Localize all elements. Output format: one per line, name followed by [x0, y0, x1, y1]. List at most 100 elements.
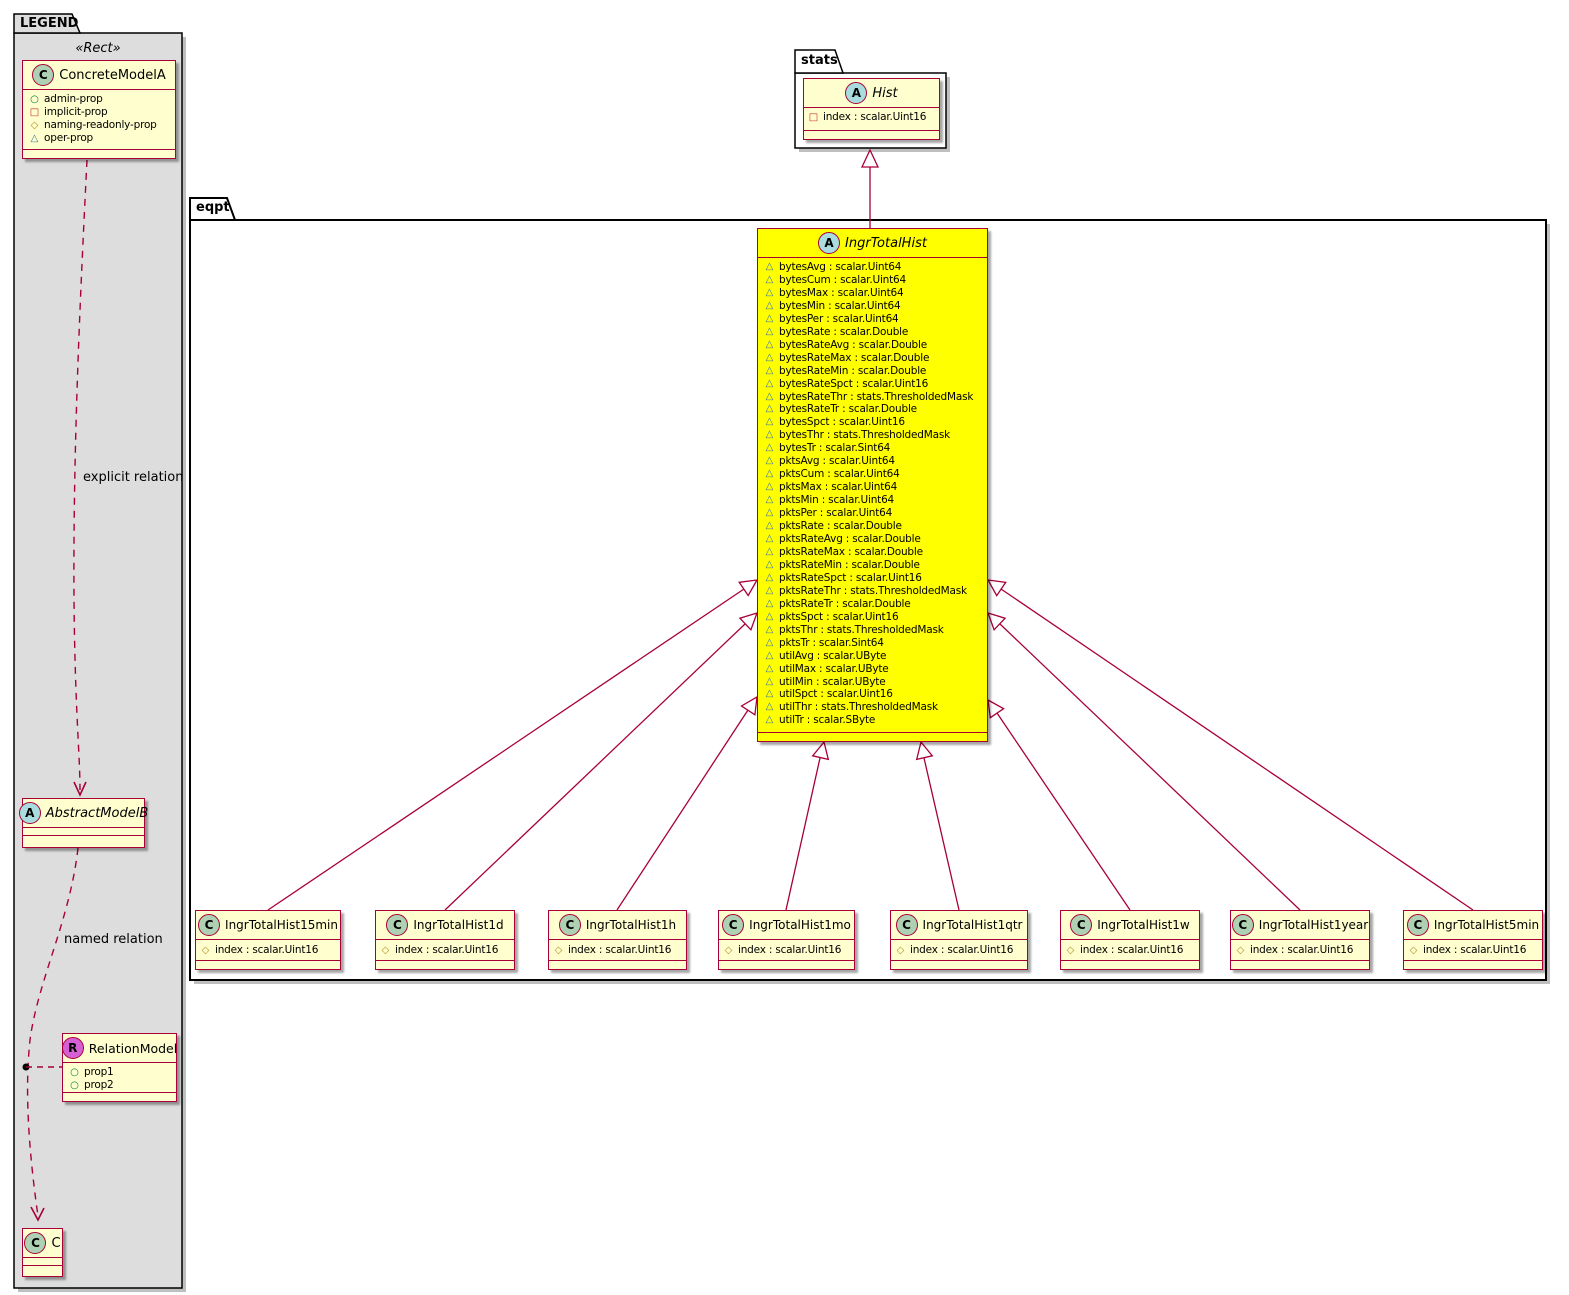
package-triangle-icon: △: [765, 545, 774, 557]
class-box-relationmodel: R RelationModel ○ prop1 ○ prop2: [61, 1033, 178, 1102]
package-triangle-icon: △: [765, 429, 774, 441]
package-triangle-icon: △: [765, 299, 774, 311]
attribute-row: ◇ index : scalar.Uint16: [200, 944, 336, 957]
package-triangle-icon: △: [765, 377, 774, 389]
package-triangle-icon: △: [765, 494, 774, 506]
class-spot-icon: C: [1406, 914, 1429, 936]
attribute-text: bytesTr : scalar.Sint64: [779, 442, 891, 455]
class-name: IngrTotalHist1year: [1258, 918, 1369, 932]
relation-spot-icon: R: [61, 1037, 84, 1059]
attribute-row: △ bytesRateMin : scalar.Double: [764, 365, 981, 378]
attribute-row: ◇ index : scalar.Uint16: [1065, 944, 1195, 957]
class-spot-icon: C: [24, 1232, 47, 1254]
attribute-text: bytesPer : scalar.Uint64: [779, 312, 899, 325]
attribute-row: △ bytesRateThr : stats.ThresholdedMask: [764, 391, 981, 404]
package-triangle-icon: △: [765, 351, 774, 363]
attribute-row: △ bytesMin : scalar.Uint64: [764, 300, 981, 313]
empty-methods-compartment: [196, 960, 340, 969]
attribute-row: △ bytesAvg : scalar.Uint64: [764, 261, 981, 274]
package-triangle-icon: △: [765, 597, 774, 609]
class-box-ingrtotalhist1year: C IngrTotalHist1year ◇ index : scalar.Ui…: [1230, 910, 1370, 970]
protected-diamond-icon: ◇: [201, 945, 210, 956]
empty-methods-compartment: [758, 732, 987, 741]
class-box-ingrtotalhist1w: C IngrTotalHist1w ◇ index : scalar.Uint1…: [1060, 910, 1200, 970]
class-spot-icon: C: [722, 914, 745, 936]
package-triangle-icon: △: [765, 610, 774, 622]
empty-methods-compartment: [719, 960, 854, 969]
class-box-hist: A Hist □ index : scalar.Uint16: [803, 78, 940, 140]
class-box-ingrtotalhist1d: C IngrTotalHist1d ◇ index : scalar.Uint1…: [375, 910, 515, 970]
attribute-row: △ pktsPer : scalar.Uint64: [764, 507, 981, 520]
class-name: RelationModel: [88, 1040, 178, 1056]
class-name: IngrTotalHist1mo: [749, 918, 851, 932]
package-triangle-icon: △: [765, 701, 774, 713]
package-triangle-icon: △: [765, 286, 774, 298]
protected-diamond-icon: ◇: [1409, 945, 1418, 956]
attribute-list: ○ admin-prop □ implicit-prop ◇ naming-re…: [23, 90, 175, 149]
stats-package-label: stats: [801, 53, 838, 68]
class-box-ingrtotalhist5min: C IngrTotalHist5min ◇ index : scalar.Uin…: [1403, 910, 1543, 970]
class-name: IngrTotalHist1h: [585, 918, 677, 932]
package-triangle-icon: △: [765, 403, 774, 415]
class-name: C: [51, 1235, 61, 1251]
package-triangle-icon: △: [765, 520, 774, 532]
attribute-list: ◇ index : scalar.Uint16: [1404, 940, 1542, 960]
package-triangle-icon: △: [765, 312, 774, 324]
attribute-text: index : scalar.Uint16: [568, 944, 672, 956]
attribute-row: △ pktsRateAvg : scalar.Double: [764, 533, 981, 546]
class-header: C IngrTotalHist1mo: [719, 911, 854, 940]
attribute-list: ○ prop1 ○ prop2: [63, 1063, 176, 1092]
class-spot-icon: C: [1070, 914, 1093, 936]
class-spot-icon: C: [895, 914, 918, 936]
class-name: IngrTotalHist5min: [1433, 918, 1540, 932]
package-triangle-icon: △: [765, 364, 774, 376]
empty-methods-compartment: [1404, 960, 1542, 969]
package-triangle-icon: △: [765, 533, 774, 545]
package-triangle-icon: △: [765, 662, 774, 674]
attribute-row: ○ prop2: [69, 1079, 170, 1092]
attribute-text: utilSpct : scalar.Uint16: [779, 688, 893, 701]
attribute-row: △ pktsAvg : scalar.Uint64: [764, 455, 981, 468]
attribute-row: △ pktsMax : scalar.Uint64: [764, 481, 981, 494]
attribute-row: △ pktsTr : scalar.Sint64: [764, 637, 981, 650]
explicit-relation-label: explicit relation: [83, 470, 184, 485]
attribute-text: index : scalar.Uint16: [395, 944, 499, 956]
legend-package-label: LEGEND: [20, 16, 79, 31]
class-name: IngrTotalHist1d: [413, 918, 504, 932]
class-spot-icon: C: [386, 914, 409, 936]
attribute-text: bytesRate : scalar.Double: [779, 325, 909, 338]
attribute-text: bytesMax : scalar.Uint64: [779, 286, 904, 299]
attribute-text: pktsThr : stats.ThresholdedMask: [779, 623, 944, 636]
attribute-row: △ pktsSpct : scalar.Uint16: [764, 611, 981, 624]
private-square-icon: □: [29, 107, 40, 118]
attribute-text: bytesCum : scalar.Uint64: [779, 273, 907, 286]
class-name: IngrTotalHist1qtr: [922, 918, 1023, 932]
package-triangle-icon: △: [765, 688, 774, 700]
class-header: A IngrTotalHist: [758, 229, 987, 258]
class-spot-icon: C: [558, 914, 581, 936]
attribute-row: △ bytesRateMax : scalar.Double: [764, 352, 981, 365]
attribute-row: ◇ index : scalar.Uint16: [380, 944, 510, 957]
class-box-c: C C: [22, 1228, 63, 1277]
public-circle-icon: ○: [70, 1067, 79, 1078]
class-box-concretemodela: C ConcreteModelA ○ admin-prop □ implicit…: [22, 60, 176, 159]
package-triangle-icon: △: [765, 481, 774, 493]
attribute-text: pktsRateSpct : scalar.Uint16: [779, 571, 922, 584]
attribute-row: △ utilThr : stats.ThresholdedMask: [764, 701, 981, 714]
class-header: C IngrTotalHist1d: [376, 911, 514, 940]
class-header: C ConcreteModelA: [23, 61, 175, 90]
attribute-text: pktsRateAvg : scalar.Double: [779, 533, 921, 546]
attribute-row: ◇ index : scalar.Uint16: [1408, 944, 1538, 957]
package-triangle-icon: △: [765, 325, 774, 337]
class-box-ingrtotalhist1h: C IngrTotalHist1h ◇ index : scalar.Uint1…: [548, 910, 687, 970]
attribute-text: admin-prop: [44, 93, 103, 105]
attribute-row: △ utilMin : scalar.UByte: [764, 676, 981, 689]
attribute-text: naming-readonly-prop: [44, 119, 157, 131]
attribute-row: △ bytesRateTr : scalar.Double: [764, 403, 981, 416]
attribute-row: △ pktsMin : scalar.Uint64: [764, 494, 981, 507]
attribute-row: △ pktsRateMin : scalar.Double: [764, 559, 981, 572]
attribute-text: bytesThr : stats.ThresholdedMask: [779, 429, 950, 442]
attribute-text: bytesRateMin : scalar.Double: [779, 364, 927, 377]
package-triangle-icon: △: [765, 649, 774, 661]
attribute-row: △ pktsRate : scalar.Double: [764, 520, 981, 533]
